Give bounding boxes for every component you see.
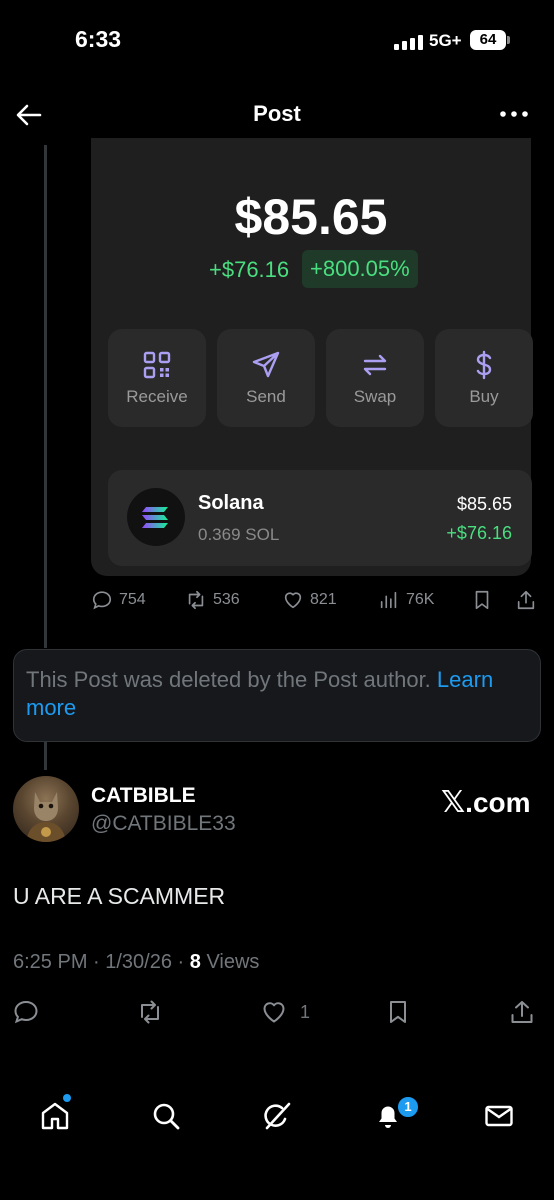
token-value: $85.65	[456, 494, 512, 514]
like-count: 821	[310, 591, 337, 608]
nav-search[interactable]	[149, 1099, 183, 1133]
token-name: Solana	[198, 492, 264, 514]
deleted-post-notice: This Post was deleted by the Post author…	[13, 649, 541, 742]
thread-line	[44, 742, 47, 770]
heart-icon	[284, 592, 302, 609]
mail-icon	[485, 1105, 513, 1127]
like-count-button[interactable]: 821	[282, 589, 337, 611]
share-button[interactable]	[515, 589, 537, 611]
bookmark-icon	[475, 590, 489, 610]
views-number: 8	[189, 951, 201, 973]
reply-count-button[interactable]: 754	[91, 589, 146, 611]
bookmark-button[interactable]	[384, 998, 414, 1028]
repost-count: 536	[213, 591, 240, 608]
token-row-solana: Solana 0.369 SOL $85.65 +$76.16	[108, 470, 532, 566]
solana-logo-icon	[127, 488, 185, 546]
bookmark-button[interactable]	[471, 589, 493, 611]
receive-label: Receive	[126, 387, 188, 406]
send-label: Send	[246, 387, 286, 406]
token-change: +$76.16	[446, 523, 512, 543]
notifications-badge: 1	[397, 1096, 419, 1118]
swap-icon	[363, 354, 387, 376]
repost-button[interactable]	[136, 998, 166, 1028]
post-timestamp: 6:25 PM · 1/30/26 ·	[13, 951, 190, 973]
home-icon	[41, 1102, 69, 1130]
signal-icon	[394, 34, 424, 50]
balance-change-amount: +$76.16	[209, 257, 290, 282]
like-count: 1	[300, 1002, 311, 1022]
repost-count-button[interactable]: 536	[185, 589, 240, 611]
token-amount: 0.369 SOL	[198, 525, 280, 544]
wallet-screenshot-card[interactable]: $85.65 +$76.16 +800.05% Receive Send Swa…	[91, 138, 533, 576]
bookmark-icon	[390, 1001, 406, 1023]
receive-button: Receive	[108, 329, 206, 427]
page-title: Post	[253, 101, 301, 126]
battery-tip	[507, 36, 510, 44]
x-logo-icon: 𝕏	[441, 785, 466, 820]
swap-label: Swap	[353, 387, 397, 406]
search-icon	[153, 1103, 180, 1130]
send-icon	[252, 351, 280, 378]
share-button[interactable]	[508, 998, 538, 1028]
post-text: U ARE A SCAMMER	[13, 883, 226, 909]
share-icon	[511, 1001, 533, 1023]
deleted-notice-text: This Post was deleted by the Post author…	[26, 667, 437, 692]
like-button[interactable]	[260, 998, 290, 1028]
grok-icon	[264, 1102, 291, 1130]
nav-messages[interactable]	[482, 1099, 516, 1133]
source-domain: .com	[465, 787, 531, 818]
avatar[interactable]	[13, 776, 79, 842]
user-handle[interactable]: @CATBIBLE33	[91, 812, 236, 836]
post-meta: 6:25 PM · 1/30/26 · 8 Views	[13, 951, 259, 974]
user-display-name[interactable]: CATBIBLE	[91, 784, 196, 808]
swap-button: Swap	[326, 329, 424, 427]
views-label: Views	[200, 951, 260, 973]
buy-label: Buy	[469, 387, 499, 406]
send-button: Send	[217, 329, 315, 427]
source-watermark: 𝕏.com	[441, 785, 531, 820]
repost-icon	[141, 1000, 159, 1024]
balance-change-percent: +800.05%	[302, 250, 418, 288]
views-count: 76K	[406, 591, 435, 608]
views-count-button[interactable]: 76K	[378, 589, 434, 611]
thread-line	[44, 145, 47, 648]
status-time: 6:33	[75, 26, 122, 52]
reply-icon	[14, 1000, 38, 1024]
reply-count: 754	[119, 591, 146, 608]
nav-grok[interactable]	[260, 1099, 294, 1133]
heart-icon	[263, 1002, 285, 1023]
nav-home[interactable]	[38, 1099, 72, 1133]
repost-icon	[188, 590, 204, 610]
wallet-balance: $85.65	[234, 189, 388, 245]
more-options-icon[interactable]	[498, 100, 530, 128]
battery-icon: 64	[470, 30, 506, 50]
home-unread-dot	[63, 1094, 71, 1102]
share-icon	[517, 590, 535, 610]
reply-button[interactable]	[12, 998, 42, 1028]
buy-button: Buy	[435, 329, 533, 427]
reply-icon	[92, 591, 112, 610]
network-type: 5G+	[429, 31, 462, 50]
views-icon	[380, 591, 397, 609]
dollar-icon	[476, 350, 492, 380]
qr-code-icon	[143, 351, 171, 379]
